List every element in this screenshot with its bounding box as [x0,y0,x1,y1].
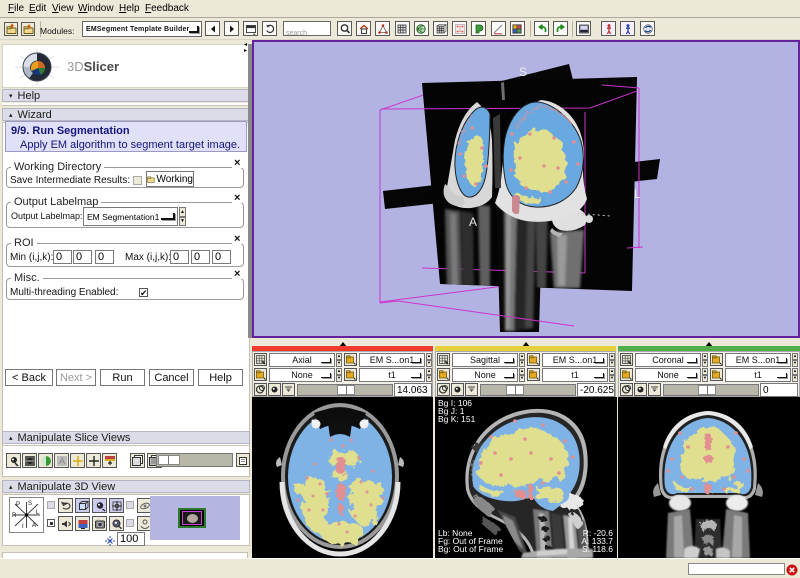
svg-text:S: S [519,65,527,79]
svg-text:S: S [28,501,32,507]
svg-text:Bg: Out of Frame: Bg: Out of Frame [438,544,503,554]
svg-text:A: A [58,456,64,466]
svg-text:A: A [32,523,36,529]
svg-text:A: A [469,215,477,229]
svg-text:P: P [16,502,20,508]
svg-text:S: 118.6: S: 118.6 [582,544,613,554]
svg-text:Bg K: 151: Bg K: 151 [438,414,476,424]
svg-text:I: I [22,524,24,530]
svg-text:R: R [12,513,17,519]
svg-text:L: L [634,187,641,201]
